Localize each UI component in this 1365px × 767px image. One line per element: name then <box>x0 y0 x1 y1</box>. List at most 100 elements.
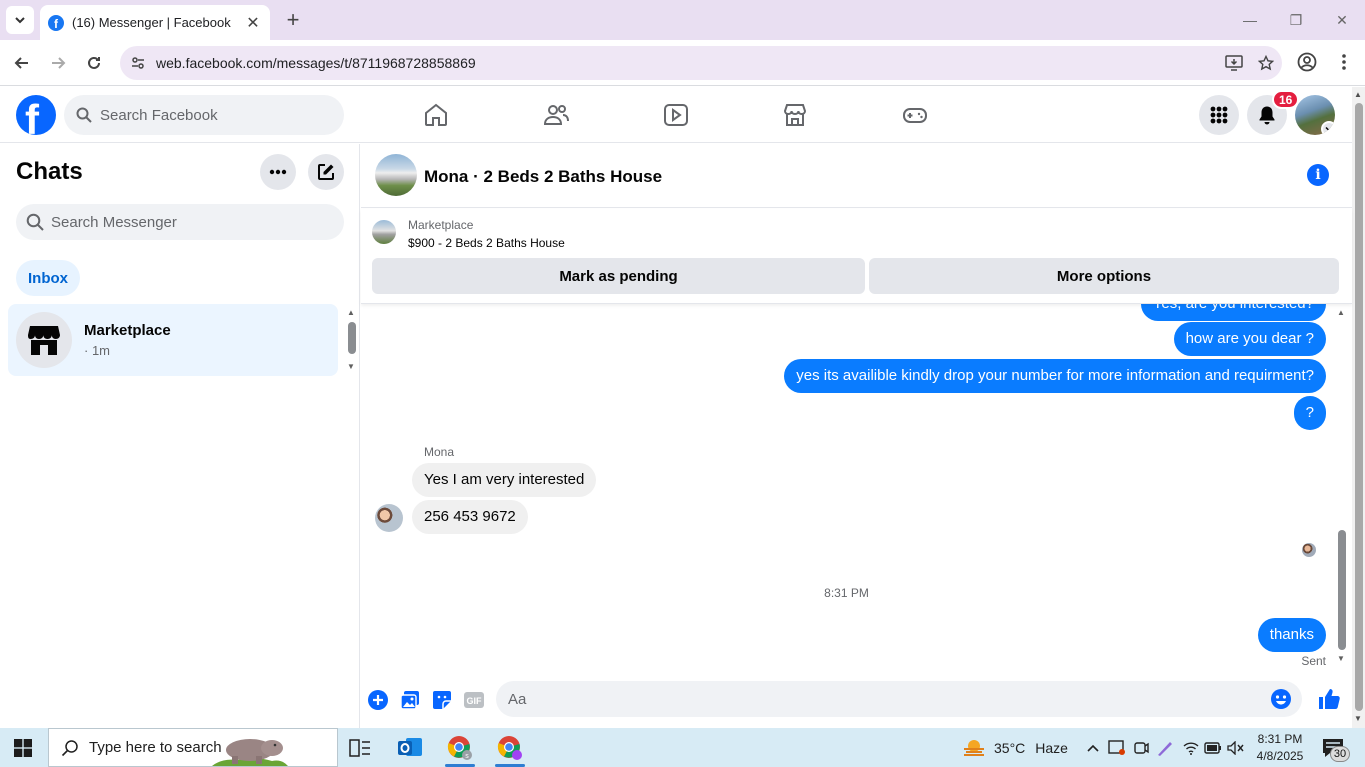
chrome-profile-icon[interactable] <box>496 734 524 762</box>
action-center-button[interactable]: 30 <box>1322 738 1350 763</box>
scroll-up-icon[interactable]: ▲ <box>347 308 355 317</box>
chat-time: · 1m <box>84 343 110 358</box>
chat-list-item[interactable]: Marketplace · 1m <box>8 304 338 376</box>
conversation-title[interactable]: Mona · 2 Beds 2 Baths House <box>424 167 662 187</box>
browser-menu-icon[interactable] <box>1336 51 1352 78</box>
messenger-search-input[interactable]: Search Messenger <box>16 204 344 240</box>
message-composer: GIF Aa <box>361 678 1352 728</box>
pen-icon[interactable] <box>1156 739 1174 757</box>
site-info-icon[interactable] <box>120 55 156 71</box>
chat-options-button[interactable] <box>260 154 296 190</box>
message-bubble-incoming[interactable]: 256 453 9672 <box>412 500 528 534</box>
outlook-icon[interactable] <box>396 734 424 762</box>
gaming-icon[interactable] <box>901 101 929 129</box>
menu-grid-button[interactable] <box>1199 95 1239 135</box>
tab-search-button[interactable] <box>6 6 34 34</box>
listing-title[interactable]: $900 - 2 Beds 2 Baths House <box>408 236 565 250</box>
tab-close-icon[interactable]: ✕ <box>244 13 262 33</box>
compose-icon <box>318 164 334 180</box>
back-icon[interactable] <box>9 50 35 76</box>
scroll-down-icon[interactable]: ▼ <box>347 362 355 371</box>
sticker-icon[interactable] <box>431 689 453 711</box>
message-sender-name: Mona <box>424 445 455 459</box>
marketplace-icon[interactable] <box>781 101 809 129</box>
message-list-scrollbar-thumb[interactable] <box>1338 530 1346 650</box>
listing-thumbnail[interactable] <box>372 220 396 244</box>
scroll-down-icon[interactable]: ▼ <box>1337 654 1345 663</box>
message-bubble-outgoing[interactable]: Yes, are you interested? <box>1140 304 1326 321</box>
windows-start-icon[interactable] <box>14 739 32 757</box>
scroll-up-icon[interactable]: ▲ <box>1337 308 1345 317</box>
chat-list-scrollbar[interactable]: ▲ ▼ <box>346 308 358 374</box>
more-options-button[interactable]: More options <box>869 258 1339 294</box>
browser-tab[interactable]: f (16) Messenger | Facebook ✕ <box>40 5 270 40</box>
taskbar-search-input[interactable]: Type here to search <box>48 728 338 767</box>
conversation-avatar[interactable] <box>375 154 417 196</box>
info-icon[interactable]: i <box>1307 164 1329 186</box>
thumbs-up-icon[interactable] <box>1317 687 1341 711</box>
address-bar[interactable]: web.facebook.com/messages/t/871196872885… <box>120 46 1282 80</box>
search-highlight-hippo-icon[interactable] <box>212 732 288 766</box>
emoji-icon[interactable] <box>1270 688 1292 710</box>
browser-profile-icon[interactable] <box>1296 51 1318 78</box>
conversation-header: Mona · 2 Beds 2 Baths House i <box>361 144 1352 208</box>
facebook-search-input[interactable]: Search Facebook <box>64 95 344 135</box>
chats-title: Chats <box>16 158 83 185</box>
page-scrollbar[interactable]: ▲ ▼ <box>1352 87 1365 728</box>
camera-app-icon[interactable] <box>1132 739 1150 757</box>
message-bubble-outgoing[interactable]: ? <box>1293 396 1326 430</box>
minimize-icon[interactable]: — <box>1238 8 1262 32</box>
chat-name: Marketplace <box>84 322 171 339</box>
seen-receipt-avatar <box>1302 543 1316 557</box>
new-message-button[interactable] <box>308 154 344 190</box>
taskbar-clock[interactable]: 8:31 PM 4/8/2025 <box>1252 731 1308 765</box>
weather-condition: Haze <box>1035 740 1068 756</box>
forward-icon[interactable] <box>45 50 71 76</box>
bookmark-star-icon[interactable] <box>1250 55 1282 71</box>
chat-list-scrollbar-thumb[interactable] <box>348 322 356 354</box>
task-view-icon[interactable] <box>346 734 374 762</box>
message-bubble-incoming[interactable]: Yes I am very interested <box>412 463 597 497</box>
chevron-up-icon[interactable] <box>1084 739 1102 757</box>
restore-icon[interactable]: ❐ <box>1284 8 1308 32</box>
chrome-profile-s-icon[interactable]: s <box>446 734 474 762</box>
video-icon[interactable] <box>662 101 690 129</box>
page-scrollbar-thumb[interactable] <box>1355 103 1363 711</box>
new-tab-icon[interactable]: + <box>281 7 305 32</box>
sender-avatar[interactable] <box>375 504 403 532</box>
inbox-filter-tab[interactable]: Inbox <box>16 260 80 296</box>
home-icon[interactable] <box>422 101 450 129</box>
marketplace-listing-bar: Marketplace $900 - 2 Beds 2 Baths House … <box>361 209 1352 304</box>
account-avatar[interactable] <box>1295 95 1335 135</box>
grid-icon <box>1210 106 1228 124</box>
wifi-icon[interactable] <box>1182 739 1200 757</box>
attach-photo-icon[interactable] <box>399 689 421 711</box>
tab-title: (16) Messenger | Facebook <box>72 15 231 30</box>
weather-widget[interactable]: 35°C Haze <box>962 737 1068 759</box>
marketplace-store-icon <box>28 326 60 355</box>
facebook-logo-icon[interactable]: f <box>16 95 56 135</box>
browser-tab-bar: f (16) Messenger | Facebook ✕ + — ❐ ✕ <box>0 0 1365 40</box>
message-bubble-outgoing[interactable]: thanks <box>1257 618 1326 652</box>
message-bubble-outgoing[interactable]: how are you dear ? <box>1173 322 1326 356</box>
more-actions-plus-icon[interactable] <box>367 689 389 711</box>
battery-icon[interactable] <box>1204 739 1222 757</box>
mark-as-pending-button[interactable]: Mark as pending <box>372 258 865 294</box>
scroll-down-icon[interactable]: ▼ <box>1354 714 1362 723</box>
install-app-icon[interactable] <box>1218 55 1250 71</box>
gif-icon[interactable]: GIF <box>463 689 485 711</box>
volume-muted-icon[interactable] <box>1227 739 1245 757</box>
message-list-scrollbar[interactable]: ▲ ▼ <box>1336 304 1348 678</box>
taskbar-search-placeholder: Type here to search <box>89 739 222 756</box>
scroll-up-icon[interactable]: ▲ <box>1354 90 1362 99</box>
message-bubble-outgoing[interactable]: yes its availible kindly drop your numbe… <box>784 359 1326 393</box>
chevron-down-icon <box>1321 121 1335 135</box>
message-input[interactable]: Aa <box>496 681 1302 717</box>
meet-now-icon[interactable] <box>1108 739 1126 757</box>
window-close-icon[interactable]: ✕ <box>1330 8 1354 32</box>
friends-icon[interactable] <box>542 101 570 129</box>
clock-time: 8:31 PM <box>1257 732 1303 746</box>
reload-icon[interactable] <box>81 50 107 76</box>
facebook-favicon-icon: f <box>48 14 64 31</box>
svg-text:GIF: GIF <box>467 696 483 706</box>
